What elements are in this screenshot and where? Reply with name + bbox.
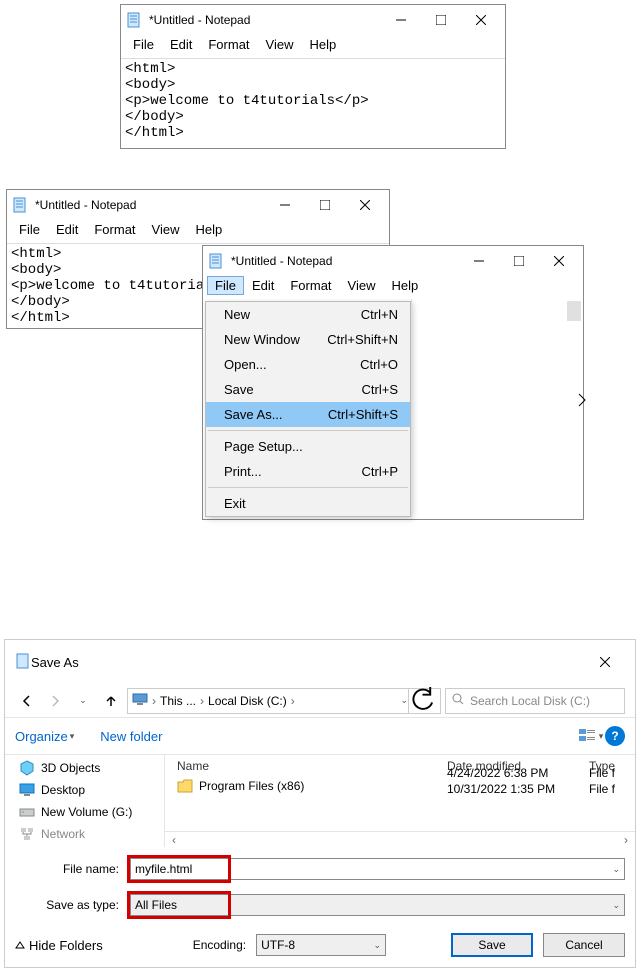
filename-input-ext[interactable]: ⌄: [231, 858, 625, 880]
menubar: File Edit Format View Help: [203, 276, 583, 299]
saveastype-label: Save as type:: [15, 898, 127, 912]
titlebar[interactable]: *Untitled - Notepad: [203, 246, 583, 276]
file-menu-dropdown: NewCtrl+N New WindowCtrl+Shift+N Open...…: [205, 301, 411, 517]
menu-item-open[interactable]: Open...Ctrl+O: [206, 352, 410, 377]
new-folder-button[interactable]: New folder: [100, 729, 162, 744]
up-button[interactable]: [99, 689, 123, 713]
close-button[interactable]: [585, 648, 625, 676]
date-modified-values: 4/24/2022 6:38 PM 10/31/2022 1:35 PM: [447, 765, 589, 797]
tree-item-network[interactable]: Network: [19, 823, 164, 845]
window-title: *Untitled - Notepad: [149, 13, 381, 27]
help-button[interactable]: ?: [605, 726, 625, 746]
menu-separator: [208, 430, 408, 431]
minimize-button[interactable]: [265, 191, 305, 219]
menu-separator: [208, 487, 408, 488]
dialog-title: Save As: [31, 655, 585, 670]
save-as-dialog: Save As ⌄ › This ... › Local Disk (C:) ›…: [4, 639, 636, 968]
menu-view[interactable]: View: [258, 35, 302, 54]
filename-input[interactable]: myfile.html: [130, 858, 228, 880]
menu-item-new[interactable]: NewCtrl+N: [206, 302, 410, 327]
menu-item-new-window[interactable]: New WindowCtrl+Shift+N: [206, 327, 410, 352]
search-icon: [452, 693, 464, 708]
menu-format[interactable]: Format: [86, 220, 143, 239]
notepad-window-3: *Untitled - Notepad File Edit Format Vie…: [202, 245, 584, 520]
path-segment[interactable]: Local Disk (C:): [208, 694, 287, 708]
saveastype-select-ext[interactable]: ⌄: [231, 894, 625, 916]
tree-item-3d-objects[interactable]: 3D Objects: [19, 757, 164, 779]
menubar: File Edit Format View Help: [121, 35, 505, 58]
hide-folders-button[interactable]: Hide Folders: [15, 938, 103, 953]
encoding-label: Encoding:: [193, 938, 246, 952]
menu-format[interactable]: Format: [200, 35, 257, 54]
notepad-icon: [15, 653, 31, 672]
menu-edit[interactable]: Edit: [162, 35, 200, 54]
titlebar[interactable]: *Untitled - Notepad: [7, 190, 389, 220]
menu-item-save[interactable]: SaveCtrl+S: [206, 377, 410, 402]
path-segment[interactable]: This ...: [160, 694, 196, 708]
close-button[interactable]: [461, 6, 501, 34]
notepad-icon: [207, 252, 225, 270]
maximize-button[interactable]: [421, 6, 461, 34]
menu-item-page-setup[interactable]: Page Setup...: [206, 434, 410, 459]
view-options-button[interactable]: ▾: [577, 724, 605, 748]
recent-button[interactable]: ⌄: [71, 689, 95, 713]
cancel-button[interactable]: Cancel: [543, 933, 625, 957]
tree-item-new-volume[interactable]: New Volume (G:): [19, 801, 164, 823]
tree-item-desktop[interactable]: Desktop: [19, 779, 164, 801]
filename-label: File name:: [15, 862, 127, 876]
search-input[interactable]: Search Local Disk (C:): [445, 688, 625, 714]
back-button[interactable]: [15, 689, 39, 713]
folder-tree[interactable]: 3D Objects Desktop New Volume (G:) Netwo…: [5, 755, 165, 847]
menu-view[interactable]: View: [340, 276, 384, 295]
menubar: File Edit Format View Help: [7, 220, 389, 243]
menu-item-exit[interactable]: Exit: [206, 491, 410, 516]
editor-area[interactable]: <html> <body> <p>welcome to t4tutorials<…: [121, 58, 505, 148]
menu-item-save-as[interactable]: Save As...Ctrl+Shift+S: [206, 402, 410, 427]
window-title: *Untitled - Notepad: [35, 198, 265, 212]
type-values: File f File f: [589, 765, 635, 797]
menu-file[interactable]: File: [207, 276, 244, 295]
menu-edit[interactable]: Edit: [48, 220, 86, 239]
minimize-button[interactable]: [381, 6, 421, 34]
refresh-button[interactable]: [408, 688, 436, 714]
menu-help[interactable]: Help: [383, 276, 426, 295]
horizontal-scrollbar[interactable]: ‹ ›: [165, 831, 635, 847]
menu-view[interactable]: View: [144, 220, 188, 239]
maximize-button[interactable]: [499, 247, 539, 275]
window-title: *Untitled - Notepad: [231, 254, 459, 268]
notepad-window-1: *Untitled - Notepad File Edit Format Vie…: [120, 4, 506, 149]
menu-file[interactable]: File: [11, 220, 48, 239]
scroll-left-icon[interactable]: ‹: [165, 833, 183, 847]
close-button[interactable]: [345, 191, 385, 219]
menu-format[interactable]: Format: [282, 276, 339, 295]
address-bar[interactable]: › This ... › Local Disk (C:) › ⌄: [127, 688, 441, 714]
menu-edit[interactable]: Edit: [244, 276, 282, 295]
notepad-icon: [125, 11, 143, 29]
titlebar[interactable]: *Untitled - Notepad: [121, 5, 505, 35]
maximize-button[interactable]: [305, 191, 345, 219]
organize-button[interactable]: Organize ▾: [15, 729, 74, 744]
close-button[interactable]: [539, 247, 579, 275]
minimize-button[interactable]: [459, 247, 499, 275]
forward-button[interactable]: [43, 689, 67, 713]
menu-item-print[interactable]: Print...Ctrl+P: [206, 459, 410, 484]
menu-help[interactable]: Help: [187, 220, 230, 239]
scrollbar[interactable]: [567, 301, 581, 321]
pc-icon: [132, 691, 148, 710]
scroll-right-icon[interactable]: ›: [617, 833, 635, 847]
chevron-right-icon: [577, 393, 587, 410]
encoding-select[interactable]: UTF-8⌄: [256, 934, 386, 956]
save-button[interactable]: Save: [451, 933, 533, 957]
menu-help[interactable]: Help: [301, 35, 344, 54]
col-name[interactable]: Name: [177, 759, 447, 773]
notepad-icon: [11, 196, 29, 214]
saveastype-select[interactable]: All Files: [130, 894, 228, 916]
menu-file[interactable]: File: [125, 35, 162, 54]
chevron-down-icon[interactable]: ⌄: [400, 695, 408, 706]
